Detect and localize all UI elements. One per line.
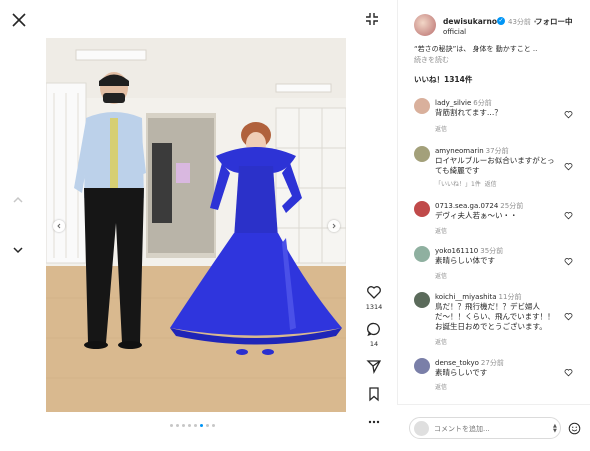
carousel-indicator (170, 424, 215, 427)
photo-illustration (46, 38, 346, 412)
media-viewer: 1314 14 (0, 0, 397, 451)
more-icon[interactable] (366, 414, 382, 430)
reply-button[interactable]: 返信 (435, 337, 447, 346)
heart-icon[interactable] (366, 284, 382, 300)
avatar[interactable] (414, 292, 430, 308)
comment-header: amyneomarin 37分前 (435, 146, 509, 156)
username-subline: official (443, 28, 467, 36)
comment-time: 11分前 (498, 293, 522, 301)
reply-button[interactable]: 返信 (435, 271, 447, 280)
post-header: dewisukarno ✓ 43分前 • フォロー中 official (398, 0, 590, 44)
comment-time: 27分前 (480, 359, 504, 367)
verified-badge-icon: ✓ (497, 17, 505, 25)
comment-header: koichi__miyashita 11分前 (435, 292, 521, 302)
username-link[interactable]: dewisukarno (443, 17, 497, 26)
comment-header: yoko161110 35分前 (435, 246, 503, 256)
avatar[interactable] (414, 246, 430, 262)
carousel-dot (176, 424, 179, 427)
comment-username[interactable]: amyneomarin (435, 147, 484, 155)
chevron-right-icon (332, 223, 336, 229)
carousel-dot (212, 424, 215, 427)
comment-icon[interactable] (366, 321, 382, 337)
heart-icon[interactable] (564, 257, 573, 266)
comment-like-count: 「いいね！」1件 (435, 181, 481, 188)
chevron-left-icon (57, 223, 61, 229)
resize-handle-icon[interactable]: ▲ ▼ (553, 424, 559, 434)
likes-summary[interactable]: いいね！1314件 (414, 74, 472, 85)
send-icon[interactable] (366, 358, 382, 374)
chevron-up-icon[interactable] (11, 195, 25, 205)
heart-icon[interactable] (564, 211, 573, 220)
comment-username[interactable]: lady_silvie (435, 99, 471, 107)
post-details-panel: dewisukarno ✓ 43分前 • フォロー中 official “若さの… (397, 0, 590, 451)
comment-username[interactable]: koichi__miyashita (435, 293, 497, 301)
close-icon[interactable] (10, 11, 28, 29)
comment-header: lady_silvie 6分前 (435, 98, 492, 108)
comment-input-wrapper: ▲▼ (409, 417, 561, 439)
avatar[interactable] (414, 358, 430, 374)
carousel-next-button[interactable] (328, 220, 340, 232)
post-photo (46, 38, 346, 412)
comment-text: 鳥だ！？飛行機だ！？デビ婦人だ〜！！くらい、飛んでいます！！お誕生日おめでとうご… (435, 302, 555, 331)
carousel-dot (188, 424, 191, 427)
comment-time: 37分前 (485, 147, 509, 155)
comment-header: dense_tokyo 27分前 (435, 358, 504, 368)
heart-icon[interactable] (564, 312, 573, 321)
comment-text: 素晴らしい体です (435, 256, 495, 265)
heart-icon[interactable] (564, 110, 573, 119)
comment-time: 35分前 (480, 247, 504, 255)
instagram-post-viewer: 1314 14 dewisukarno ✓ 43分前 • フォロー中 offic… (0, 0, 590, 451)
post-caption: “若さの秘訣”は、 身体を 動かすこと .. (414, 45, 538, 53)
carousel-dot (170, 424, 173, 427)
comment-text: 素晴らしいです (435, 368, 488, 377)
comment-username[interactable]: dense_tokyo (435, 359, 479, 367)
avatar[interactable] (414, 146, 430, 162)
collapse-icon[interactable] (364, 11, 380, 27)
carousel-dot (194, 424, 197, 427)
bookmark-icon[interactable] (366, 386, 382, 402)
chevron-down-icon[interactable] (11, 245, 25, 255)
following-button[interactable]: フォロー中 (535, 16, 573, 27)
reply-button[interactable]: 返信 (435, 226, 447, 235)
comment-header: 0713.sea.ga.0724 25分前 (435, 201, 523, 211)
carousel-prev-button[interactable] (53, 220, 65, 232)
comment-input[interactable] (434, 422, 534, 435)
emoji-icon[interactable] (568, 422, 581, 435)
avatar (414, 421, 429, 436)
reply-row: 「いいね！」1件 返信 (435, 179, 497, 188)
comment-text: デヴィ夫人若ぁ〜い・・ (435, 211, 518, 220)
post-time-text: 43分前 (508, 18, 531, 26)
comment-time: 25分前 (500, 202, 524, 210)
read-more-link[interactable]: 続きを読む (414, 55, 449, 65)
carousel-dot (206, 424, 209, 427)
comment-text: 背筋割れてます…？ (435, 108, 502, 117)
comment-username[interactable]: yoko161110 (435, 247, 478, 255)
avatar[interactable] (414, 201, 430, 217)
avatar[interactable] (414, 98, 430, 114)
comment-count: 14 (369, 340, 379, 348)
comment-text: ロイヤルブルーお似合いますがとっても綺麗です (435, 156, 555, 175)
avatar[interactable] (414, 14, 436, 36)
reply-button[interactable]: 返信 (485, 181, 497, 188)
post-time: 43分前 • (508, 17, 537, 27)
reply-button[interactable]: 返信 (435, 382, 447, 391)
reply-button[interactable]: 返信 (435, 124, 447, 133)
comment-time: 6分前 (473, 99, 492, 107)
carousel-dot (200, 424, 203, 427)
heart-icon[interactable] (564, 368, 573, 377)
action-bar: 1314 14 (364, 284, 384, 430)
comment-composer: ▲▼ (397, 404, 590, 451)
carousel-dot (182, 424, 185, 427)
comment-username[interactable]: 0713.sea.ga.0724 (435, 202, 498, 210)
heart-icon[interactable] (564, 162, 573, 171)
like-count: 1314 (365, 303, 383, 311)
